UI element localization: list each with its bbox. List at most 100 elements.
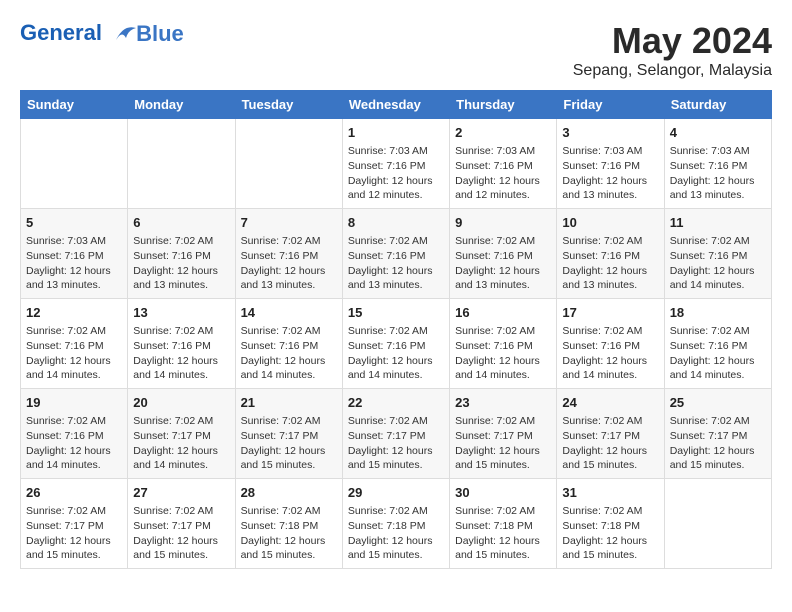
day-number: 23 <box>455 394 551 412</box>
weekday-header-monday: Monday <box>128 91 235 119</box>
calendar-day-cell: 2 Sunrise: 7:03 AM Sunset: 7:16 PM Daylig… <box>450 119 557 209</box>
calendar-day-cell: 3 Sunrise: 7:03 AM Sunset: 7:16 PM Daylig… <box>557 119 664 209</box>
logo-blue: Blue <box>136 22 184 46</box>
day-number: 20 <box>133 394 229 412</box>
day-number: 1 <box>348 124 444 142</box>
calendar-day-cell: 28Sunrise: 7:02 AM Sunset: 7:18 PM Dayli… <box>235 479 342 569</box>
day-info: Sunrise: 7:03 AM Sunset: 7:16 PM Dayligh… <box>26 234 122 293</box>
calendar-day-cell: 4Sunrise: 7:03 AM Sunset: 7:16 PM Daylig… <box>664 119 771 209</box>
calendar-day-cell: 17Sunrise: 7:02 AM Sunset: 7:16 PM Dayli… <box>557 299 664 389</box>
calendar-day-cell: 30 Sunrise: 7:02 AM Sunset: 7:18 PM Dayli… <box>450 479 557 569</box>
day-info: Sunrise: 7:02 AM Sunset: 7:16 PM Dayligh… <box>26 324 122 383</box>
day-number: 5 <box>26 214 122 232</box>
day-number: 10 <box>562 214 658 232</box>
calendar-day-cell: 8Sunrise: 7:02 AM Sunset: 7:16 PM Daylig… <box>342 209 449 299</box>
day-info: Sunrise: 7:02 AM Sunset: 7:18 PM Dayligh… <box>562 504 658 563</box>
day-number: 12 <box>26 304 122 322</box>
calendar-day-cell: 27 Sunrise: 7:02 AM Sunset: 7:17 PM Dayli… <box>128 479 235 569</box>
calendar-day-cell: 18 Sunrise: 7:02 AM Sunset: 7:16 PM Dayli… <box>664 299 771 389</box>
day-info: Sunrise: 7:02 AM Sunset: 7:16 PM Dayligh… <box>670 324 766 383</box>
day-number: 19 <box>26 394 122 412</box>
calendar-day-cell: 16Sunrise: 7:02 AM Sunset: 7:16 PM Dayli… <box>450 299 557 389</box>
month-title: May 2024 <box>573 20 772 62</box>
weekday-header-thursday: Thursday <box>450 91 557 119</box>
calendar-day-cell: 23Sunrise: 7:02 AM Sunset: 7:17 PM Dayli… <box>450 389 557 479</box>
day-number: 14 <box>241 304 337 322</box>
day-info: Sunrise: 7:02 AM Sunset: 7:16 PM Dayligh… <box>133 234 229 293</box>
calendar-day-cell: 21 Sunrise: 7:02 AM Sunset: 7:17 PM Dayli… <box>235 389 342 479</box>
day-number: 30 <box>455 484 551 502</box>
day-number: 28 <box>241 484 337 502</box>
day-number: 3 <box>562 124 658 142</box>
day-number: 27 <box>133 484 229 502</box>
day-number: 9 <box>455 214 551 232</box>
calendar-day-cell: 9 Sunrise: 7:02 AM Sunset: 7:16 PM Daylig… <box>450 209 557 299</box>
day-info: Sunrise: 7:02 AM Sunset: 7:16 PM Dayligh… <box>241 324 337 383</box>
day-info: Sunrise: 7:02 AM Sunset: 7:16 PM Dayligh… <box>348 324 444 383</box>
weekday-header-sunday: Sunday <box>21 91 128 119</box>
day-number: 11 <box>670 214 766 232</box>
day-number: 6 <box>133 214 229 232</box>
calendar-day-cell: 11Sunrise: 7:02 AM Sunset: 7:16 PM Dayli… <box>664 209 771 299</box>
day-number: 16 <box>455 304 551 322</box>
calendar-day-cell: 25Sunrise: 7:02 AM Sunset: 7:17 PM Dayli… <box>664 389 771 479</box>
weekday-header-tuesday: Tuesday <box>235 91 342 119</box>
day-number: 25 <box>670 394 766 412</box>
day-info: Sunrise: 7:02 AM Sunset: 7:18 PM Dayligh… <box>348 504 444 563</box>
title-block: May 2024 Sepang, Selangor, Malaysia <box>573 20 772 80</box>
calendar-table: SundayMondayTuesdayWednesdayThursdayFrid… <box>20 90 772 569</box>
calendar-week-5: 26Sunrise: 7:02 AM Sunset: 7:17 PM Dayli… <box>21 479 772 569</box>
day-info: Sunrise: 7:02 AM Sunset: 7:18 PM Dayligh… <box>455 504 551 563</box>
calendar-day-cell: 1 Sunrise: 7:03 AM Sunset: 7:16 PM Daylig… <box>342 119 449 209</box>
calendar-week-4: 19 Sunrise: 7:02 AM Sunset: 7:16 PM Dayli… <box>21 389 772 479</box>
calendar-day-cell: 26Sunrise: 7:02 AM Sunset: 7:17 PM Dayli… <box>21 479 128 569</box>
calendar-day-cell: 31Sunrise: 7:02 AM Sunset: 7:18 PM Dayli… <box>557 479 664 569</box>
logo: General Blue <box>20 20 184 48</box>
day-info: Sunrise: 7:02 AM Sunset: 7:16 PM Dayligh… <box>455 234 551 293</box>
day-number: 17 <box>562 304 658 322</box>
day-info: Sunrise: 7:02 AM Sunset: 7:17 PM Dayligh… <box>562 414 658 473</box>
day-info: Sunrise: 7:03 AM Sunset: 7:16 PM Dayligh… <box>455 144 551 203</box>
calendar-day-cell: 6 Sunrise: 7:02 AM Sunset: 7:16 PM Daylig… <box>128 209 235 299</box>
calendar-day-cell <box>664 479 771 569</box>
day-info: Sunrise: 7:02 AM Sunset: 7:16 PM Dayligh… <box>133 324 229 383</box>
calendar-day-cell: 10Sunrise: 7:02 AM Sunset: 7:16 PM Dayli… <box>557 209 664 299</box>
calendar-day-cell: 29 Sunrise: 7:02 AM Sunset: 7:18 PM Dayli… <box>342 479 449 569</box>
calendar-header-row: SundayMondayTuesdayWednesdayThursdayFrid… <box>21 91 772 119</box>
day-number: 8 <box>348 214 444 232</box>
weekday-header-wednesday: Wednesday <box>342 91 449 119</box>
day-number: 7 <box>241 214 337 232</box>
day-info: Sunrise: 7:02 AM Sunset: 7:16 PM Dayligh… <box>26 414 122 473</box>
day-info: Sunrise: 7:02 AM Sunset: 7:17 PM Dayligh… <box>348 414 444 473</box>
day-info: Sunrise: 7:02 AM Sunset: 7:17 PM Dayligh… <box>133 414 229 473</box>
day-info: Sunrise: 7:02 AM Sunset: 7:17 PM Dayligh… <box>241 414 337 473</box>
calendar-day-cell: 19 Sunrise: 7:02 AM Sunset: 7:16 PM Dayli… <box>21 389 128 479</box>
day-number: 13 <box>133 304 229 322</box>
day-info: Sunrise: 7:02 AM Sunset: 7:16 PM Dayligh… <box>241 234 337 293</box>
day-info: Sunrise: 7:03 AM Sunset: 7:16 PM Dayligh… <box>562 144 658 203</box>
weekday-header-friday: Friday <box>557 91 664 119</box>
page-header: General Blue May 2024 Sepang, Selangor, … <box>20 20 772 80</box>
day-number: 4 <box>670 124 766 142</box>
day-info: Sunrise: 7:03 AM Sunset: 7:16 PM Dayligh… <box>348 144 444 203</box>
calendar-day-cell <box>21 119 128 209</box>
day-number: 2 <box>455 124 551 142</box>
calendar-day-cell: 14 Sunrise: 7:02 AM Sunset: 7:16 PM Dayli… <box>235 299 342 389</box>
day-number: 29 <box>348 484 444 502</box>
location-subtitle: Sepang, Selangor, Malaysia <box>573 62 772 80</box>
day-number: 24 <box>562 394 658 412</box>
calendar-day-cell: 13 Sunrise: 7:02 AM Sunset: 7:16 PM Dayli… <box>128 299 235 389</box>
calendar-day-cell: 5 Sunrise: 7:03 AM Sunset: 7:16 PM Daylig… <box>21 209 128 299</box>
day-number: 15 <box>348 304 444 322</box>
calendar-day-cell <box>128 119 235 209</box>
calendar-day-cell: 20 Sunrise: 7:02 AM Sunset: 7:17 PM Dayli… <box>128 389 235 479</box>
day-info: Sunrise: 7:02 AM Sunset: 7:17 PM Dayligh… <box>26 504 122 563</box>
calendar-week-2: 5 Sunrise: 7:03 AM Sunset: 7:16 PM Daylig… <box>21 209 772 299</box>
calendar-day-cell: 22Sunrise: 7:02 AM Sunset: 7:17 PM Dayli… <box>342 389 449 479</box>
day-number: 21 <box>241 394 337 412</box>
day-number: 18 <box>670 304 766 322</box>
calendar-day-cell: 15 Sunrise: 7:02 AM Sunset: 7:16 PM Dayli… <box>342 299 449 389</box>
day-info: Sunrise: 7:02 AM Sunset: 7:17 PM Dayligh… <box>133 504 229 563</box>
calendar-week-1: 1 Sunrise: 7:03 AM Sunset: 7:16 PM Daylig… <box>21 119 772 209</box>
calendar-day-cell: 12 Sunrise: 7:02 AM Sunset: 7:16 PM Dayli… <box>21 299 128 389</box>
